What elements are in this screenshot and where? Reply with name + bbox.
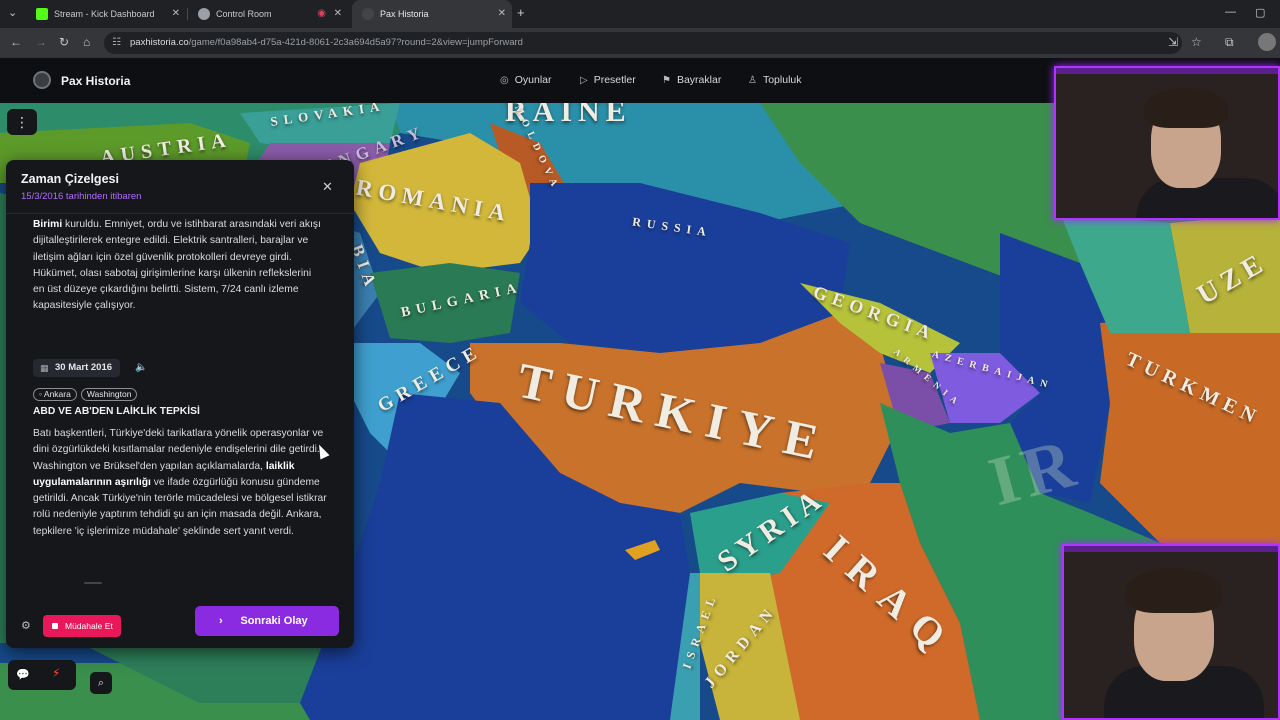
close-tab-icon[interactable]: ✕ (334, 8, 342, 19)
panel-title: Zaman Çizelgesi (21, 172, 119, 186)
tag-ankara[interactable]: ◦ Ankara (33, 388, 77, 401)
tab-title: Pax Historia (380, 9, 429, 19)
tab-title: Stream - Kick Dashboard (54, 9, 155, 19)
minimize-icon[interactable]: — (1225, 6, 1236, 18)
maximize-icon[interactable]: ▢ (1255, 6, 1265, 19)
tab-pax-historia[interactable]: Pax Historia ✕ (352, 0, 512, 28)
event-text: Batı başkentleri, Türkiye'deki tarikatla… (33, 428, 327, 537)
nav-bayraklar[interactable]: ⚑ Bayraklar (662, 74, 721, 86)
brand-name[interactable]: Pax Historia (61, 74, 130, 88)
tag-washington[interactable]: Washington (80, 388, 138, 401)
new-tab-icon[interactable]: + (517, 5, 525, 20)
webcam-overlay-top (1054, 66, 1280, 220)
close-tab-icon[interactable]: ✕ (498, 8, 506, 19)
scroll-indicator[interactable] (84, 582, 102, 584)
bookmark-star-icon[interactable]: ☆ (1191, 35, 1202, 49)
settings-icon[interactable]: ⚙ (21, 619, 31, 632)
close-tab-icon[interactable]: ✕ (172, 8, 180, 19)
intervene-label: Müdahale Et (65, 621, 113, 631)
nav-oyunlar[interactable]: ◎ Oyunlar (500, 74, 552, 86)
tab-title: Control Room (216, 9, 272, 19)
event-title: ABD VE AB'DEN LAİKLİK TEPKİSİ (33, 406, 200, 417)
url-text: paxhistoria.co/game/f0a98ab4-d75a-421d-8… (130, 37, 523, 48)
nav-label: Presetler (593, 74, 636, 86)
users-icon: ♙ (748, 74, 757, 86)
speaker-icon[interactable]: 🔈 (135, 362, 147, 373)
webcam-shirt (1136, 178, 1278, 218)
intervene-button[interactable]: Müdahale Et (43, 615, 121, 637)
play-icon: ▷ (580, 74, 588, 86)
close-icon[interactable]: ✕ (322, 179, 333, 195)
nav-label: Oyunlar (514, 74, 552, 86)
gamepad-icon: ◎ (500, 74, 509, 86)
chevron-right-icon: › (219, 615, 223, 627)
home-icon[interactable]: ⌂ (83, 35, 90, 49)
nav-label: Topluluk (762, 74, 802, 86)
nav-presetler[interactable]: ▷ Presetler (580, 74, 636, 86)
tab-kick-dashboard[interactable]: Stream - Kick Dashboard ✕ (26, 0, 186, 28)
bolt-icon[interactable]: ⚡ (52, 666, 60, 680)
browser-tab-bar: ⌄ Stream - Kick Dashboard ✕ Control Room… (0, 0, 1280, 28)
event-date-chip: ▦ 30 Mart 2016 (33, 359, 121, 377)
panel-divider (6, 213, 354, 214)
timeline-panel: Zaman Çizelgesi 15/3/2016 tarihinden iti… (6, 160, 354, 648)
chat-icon[interactable]: 💬 (16, 668, 30, 681)
pax-favicon-icon (362, 8, 374, 20)
bottom-left-controls: 💬 ⚡ (8, 660, 76, 690)
recording-icon: ◉ (317, 8, 326, 19)
webcam-overlay-bottom (1062, 544, 1280, 720)
next-event-label: Sonraki Olay (240, 615, 308, 627)
forward-icon[interactable]: → (35, 35, 47, 49)
event-date: 30 Mart 2016 (55, 362, 113, 373)
webcam-hair (1126, 568, 1222, 613)
site-info-icon[interactable]: ☷ (112, 37, 124, 49)
flag-icon: ⚑ (662, 74, 671, 86)
tab-control-room[interactable]: Control Room ◉ ✕ (188, 0, 348, 28)
calendar-icon: ▦ (40, 363, 49, 373)
event-tags: ◦ Ankara Washington (33, 388, 138, 401)
webcam-hair (1144, 88, 1228, 128)
webcam-frame (1064, 546, 1278, 552)
map-menu-button[interactable]: ⋮ (7, 109, 37, 135)
next-event-button[interactable]: › Sonraki Olay (195, 606, 339, 636)
webcam-frame (1056, 68, 1278, 74)
extensions-icon[interactable]: ⧉ (1225, 35, 1234, 50)
address-bar-row: ← → ↻ ⌂ ☷ paxhistoria.co/game/f0a98ab4-d… (0, 28, 1280, 58)
panel-subtitle: 15/3/2016 tarihinden itibaren (21, 191, 142, 202)
nav-label: Bayraklar (676, 74, 722, 86)
globe-favicon-icon (198, 8, 210, 20)
back-icon[interactable]: ← (10, 35, 22, 49)
pax-logo-icon[interactable] (33, 71, 51, 89)
nav-topluluk[interactable]: ♙ Topluluk (748, 74, 802, 86)
stop-icon (52, 623, 58, 629)
url-input[interactable]: ☷ paxhistoria.co/game/f0a98ab4-d75a-421d… (104, 32, 1182, 54)
panel-footer: ⚙ Müdahale Et › Sonraki Olay (6, 606, 354, 648)
search-icon[interactable]: ⌕ (90, 672, 112, 694)
kick-favicon-icon (36, 8, 48, 20)
previous-event-text: Birimi kuruldu. Emniyet, ordu ve istihba… (33, 219, 321, 312)
tab-search-icon[interactable]: ⌄ (8, 6, 17, 19)
profile-avatar[interactable] (1258, 33, 1276, 51)
reload-icon[interactable]: ↻ (59, 35, 69, 49)
install-app-icon[interactable]: ⇲ (1168, 35, 1178, 49)
